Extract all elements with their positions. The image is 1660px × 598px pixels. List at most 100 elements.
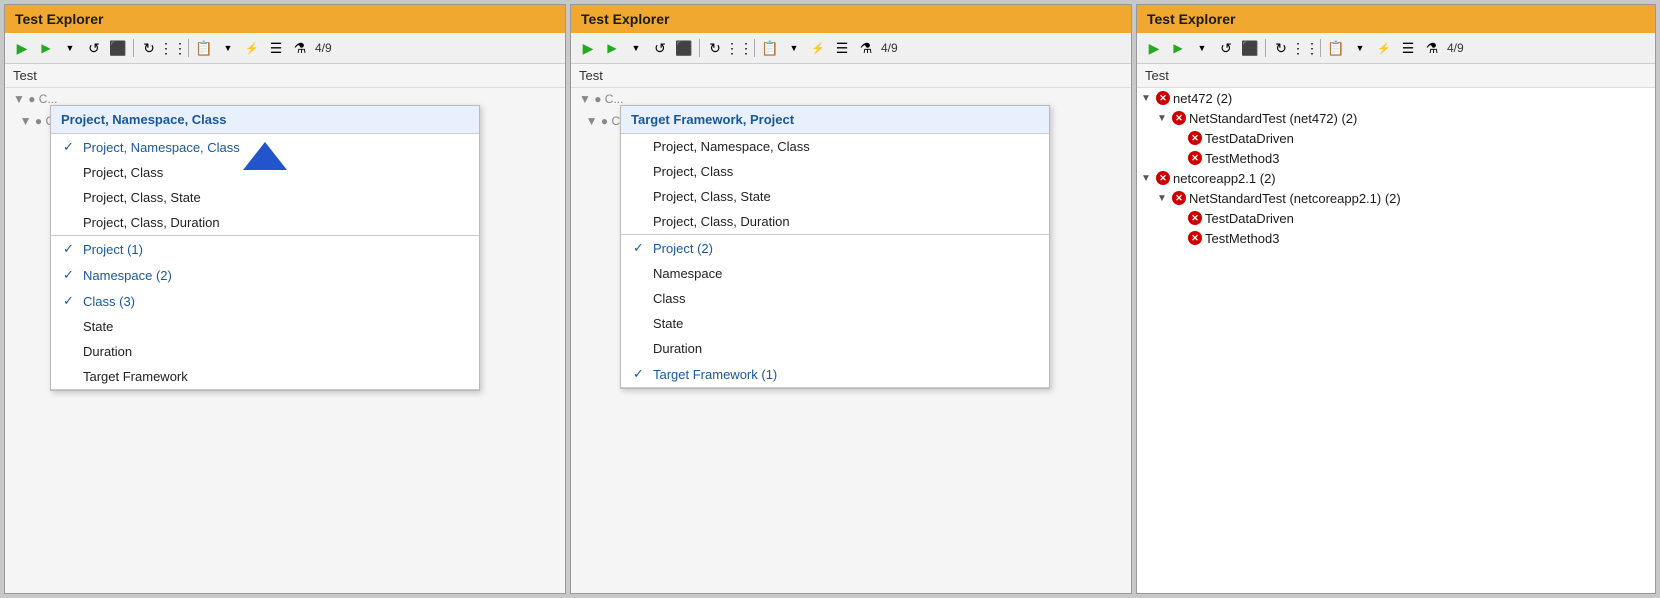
dropdown-arrow-icon-3: ▼ (1191, 37, 1213, 59)
tree-item-tdd-nc21[interactable]: ▶ ✕ TestDataDriven (1137, 208, 1655, 228)
settings-button-3[interactable]: 📋 (1325, 37, 1347, 59)
count-badge-3: 4/9 (1447, 41, 1464, 55)
separator-3 (699, 39, 700, 57)
group-button-3[interactable]: ☰ (1397, 37, 1419, 59)
filter-button-2[interactable]: ⚗ (855, 37, 877, 59)
run-to-here-button[interactable]: ⚡ (241, 37, 263, 59)
panel-2-dropdown: Target Framework, Project Project, Names… (620, 105, 1050, 389)
panel-3-title: Test Explorer (1137, 5, 1655, 33)
group-button-2[interactable]: ☰ (831, 37, 853, 59)
expand-icon-nst472: ▼ (1157, 113, 1169, 124)
count-badge: 4/9 (315, 41, 332, 55)
dropdown-item-pcs[interactable]: Project, Class, State (51, 185, 479, 210)
separator-4 (754, 39, 755, 57)
panel-2: Test Explorer ▶ ▶ ▼ ↺ ⬛ ↻ ⋮⋮ 📋 ▼ ⚡ ☰ ⚗ 4… (570, 4, 1132, 594)
tree-item-netcore21[interactable]: ▼ ✕ netcoreapp2.1 (2) (1137, 168, 1655, 188)
settings-button[interactable]: 📋 (193, 37, 215, 59)
group-button[interactable]: ☰ (265, 37, 287, 59)
dropdown-2-item-state[interactable]: State (621, 311, 1049, 336)
stop-button-3[interactable]: ⬛ (1239, 37, 1261, 59)
separator-5 (1265, 39, 1266, 57)
test-label-1: Test (5, 64, 565, 88)
error-icon-nst472: ✕ (1171, 110, 1187, 126)
tree-label-nst-nc21: NetStandardTest (netcoreapp2.1) (2) (1189, 191, 1401, 206)
panel-1-body: Test ▼ ● C... ▼ ● C... Project, Namespac… (5, 64, 565, 593)
settings-arrow-icon: ▼ (217, 37, 239, 59)
run-selected-button-2[interactable]: ▶ (601, 37, 623, 59)
dropdown-item-class-1[interactable]: ✓ Class (3) (51, 288, 479, 314)
settings-arrow-icon-2: ▼ (783, 37, 805, 59)
dropdown-2-item-pcd[interactable]: Project, Class, Duration (621, 209, 1049, 234)
tree-item-nst-net472[interactable]: ▼ ✕ NetStandardTest (net472) (2) (1137, 108, 1655, 128)
rerun-button-2[interactable]: ↺ (649, 37, 671, 59)
error-icon-nst-nc21: ✕ (1171, 190, 1187, 206)
dropdown-2-section-1: Project, Namespace, Class Project, Class… (621, 134, 1049, 235)
tree-item-net472[interactable]: ▼ ✕ net472 (2) (1137, 88, 1655, 108)
refresh-button-2[interactable]: ↻ (704, 37, 726, 59)
error-icon-netcore21: ✕ (1155, 170, 1171, 186)
run-all-button[interactable]: ▶ (11, 37, 33, 59)
rerun-button-3[interactable]: ↺ (1215, 37, 1237, 59)
tree-label-tdd472: TestDataDriven (1205, 131, 1294, 146)
run-all-button-2[interactable]: ▶ (577, 37, 599, 59)
separator-1 (133, 39, 134, 57)
run-to-here-button-3[interactable]: ⚡ (1373, 37, 1395, 59)
checkmark-icon-5: ✓ (633, 240, 647, 256)
panel-3-body: Test ▼ ✕ net472 (2) ▼ ✕ NetStandardTest … (1137, 64, 1655, 593)
dropdown-2-item-class[interactable]: Class (621, 286, 1049, 311)
dropdown-item-state-1[interactable]: State (51, 314, 479, 339)
playlist-button-2[interactable]: ⋮⋮ (728, 37, 750, 59)
stop-button[interactable]: ⬛ (107, 37, 129, 59)
dropdown-2-section-2: ✓ Project (2) Namespace Class State (621, 235, 1049, 388)
expand-icon-nst-nc21: ▼ (1157, 193, 1169, 204)
dropdown-2-item-duration[interactable]: Duration (621, 336, 1049, 361)
tree-item-nst-netcore21[interactable]: ▼ ✕ NetStandardTest (netcoreapp2.1) (2) (1137, 188, 1655, 208)
stop-button-2[interactable]: ⬛ (673, 37, 695, 59)
refresh-button[interactable]: ↻ (138, 37, 160, 59)
panel-1-toolbar: ▶ ▶ ▼ ↺ ⬛ ↻ ⋮⋮ 📋 ▼ ⚡ ☰ ⚗ 4/9 (5, 33, 565, 64)
dropdown-2-item-pnc[interactable]: Project, Namespace, Class (621, 134, 1049, 159)
dropdown-item-pcd[interactable]: Project, Class, Duration (51, 210, 479, 235)
dropdown-item-namespace-1[interactable]: ✓ Namespace (2) (51, 262, 479, 288)
tree-item-tm3-nc21[interactable]: ▶ ✕ TestMethod3 (1137, 228, 1655, 248)
error-icon-tm3-nc21: ✕ (1187, 230, 1203, 246)
dropdown-2-item-project[interactable]: ✓ Project (2) (621, 235, 1049, 261)
tree-label-tm3-nc21: TestMethod3 (1205, 231, 1279, 246)
dropdown-arrow-icon-2: ▼ (625, 37, 647, 59)
run-all-button-3[interactable]: ▶ (1143, 37, 1165, 59)
filter-button-3[interactable]: ⚗ (1421, 37, 1443, 59)
run-to-here-button-2[interactable]: ⚡ (807, 37, 829, 59)
tree-label-tm3472: TestMethod3 (1205, 151, 1279, 166)
refresh-button-3[interactable]: ↻ (1270, 37, 1292, 59)
dropdown-2-item-pcs[interactable]: Project, Class, State (621, 184, 1049, 209)
tree-item-tm3-472[interactable]: ▶ ✕ TestMethod3 (1137, 148, 1655, 168)
dropdown-item-project-1[interactable]: ✓ Project (1) (51, 236, 479, 262)
error-icon-tdd472: ✕ (1187, 130, 1203, 146)
playlist-button[interactable]: ⋮⋮ (162, 37, 184, 59)
error-icon-tm3472: ✕ (1187, 150, 1203, 166)
error-icon-net472: ✕ (1155, 90, 1171, 106)
dropdown-item-duration-1[interactable]: Duration (51, 339, 479, 364)
error-icon-tdd-nc21: ✕ (1187, 210, 1203, 226)
expand-icon-netcore21: ▼ (1141, 173, 1153, 184)
filter-button[interactable]: ⚗ (289, 37, 311, 59)
dropdown-2-item-pc[interactable]: Project, Class (621, 159, 1049, 184)
title-label: Test Explorer (15, 11, 103, 27)
dropdown-item-tf-1[interactable]: Target Framework (51, 364, 479, 389)
playlist-button-3[interactable]: ⋮⋮ (1294, 37, 1316, 59)
dropdown-2-item-namespace[interactable]: Namespace (621, 261, 1049, 286)
checkmark-icon-3: ✓ (63, 267, 77, 283)
expand-icon-net472: ▼ (1141, 93, 1153, 104)
checkmark-icon-6: ✓ (633, 366, 647, 382)
tree-label-tdd-nc21: TestDataDriven (1205, 211, 1294, 226)
tree-item-tdd-472[interactable]: ▶ ✕ TestDataDriven (1137, 128, 1655, 148)
run-selected-button-3[interactable]: ▶ (1167, 37, 1189, 59)
test-label-2: Test (571, 64, 1131, 88)
rerun-button[interactable]: ↺ (83, 37, 105, 59)
run-selected-button[interactable]: ▶ (35, 37, 57, 59)
settings-button-2[interactable]: 📋 (759, 37, 781, 59)
dropdown-2-item-tf[interactable]: ✓ Target Framework (1) (621, 361, 1049, 387)
checkmark-icon-4: ✓ (63, 293, 77, 309)
panel-1-title: Test Explorer (5, 5, 565, 33)
tree-view-3: ▼ ✕ net472 (2) ▼ ✕ NetStandardTest (net4… (1137, 88, 1655, 593)
